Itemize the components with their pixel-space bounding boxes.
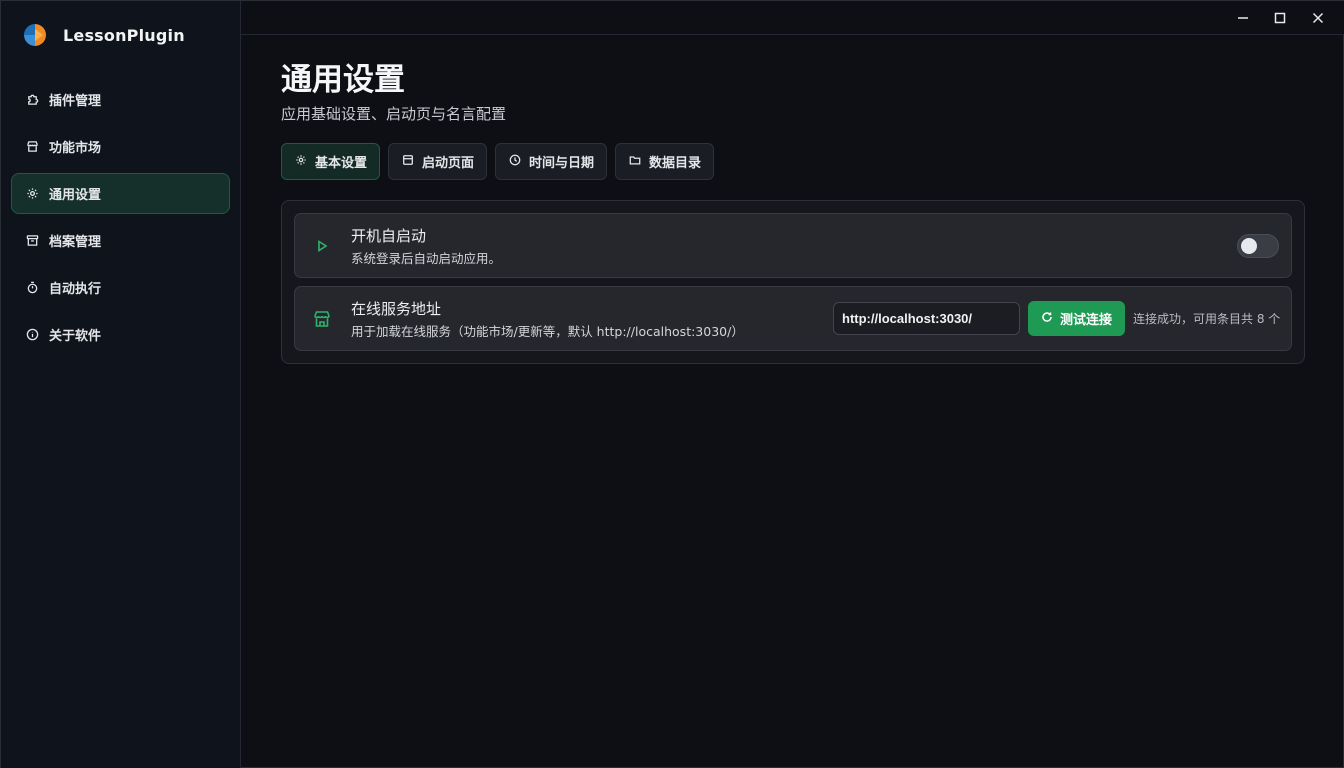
- brand: LessonPlugin: [21, 21, 185, 49]
- connection-status: 连接成功，可用条目共 8 个: [1133, 312, 1281, 326]
- timer-icon: [25, 281, 39, 295]
- sidebar-item-label: 插件管理: [49, 94, 102, 109]
- sidebar-item-label: 功能市场: [49, 141, 102, 156]
- toggle-knob: [1241, 238, 1257, 254]
- sidebar-item-general-settings[interactable]: 通用设置: [11, 173, 230, 214]
- settings-tabs: 基本设置 启动页面 时间与日期 数据目录: [281, 143, 715, 180]
- maximize-button[interactable]: [1261, 1, 1299, 35]
- folder-icon: [629, 154, 641, 170]
- sidebar-item-market[interactable]: 功能市场: [11, 126, 230, 167]
- tab-data-directory[interactable]: 数据目录: [615, 143, 715, 180]
- test-connection-label: 测试连接: [1059, 312, 1112, 327]
- page-title: 通用设置: [281, 62, 405, 98]
- window-icon: [402, 154, 414, 170]
- sidebar-item-label: 自动执行: [49, 282, 102, 297]
- tab-time-date[interactable]: 时间与日期: [495, 143, 608, 180]
- autostart-toggle[interactable]: [1237, 234, 1279, 258]
- archive-icon: [25, 234, 39, 248]
- title-bar: [241, 1, 1344, 35]
- maximize-icon: [1274, 9, 1286, 28]
- setting-row-autostart: 开机自启动 系统登录后自动启动应用。: [294, 213, 1292, 278]
- sidebar: LessonPlugin 插件管理 功能市场 通用设置 档案管理 自动执行 关于…: [1, 1, 241, 768]
- info-icon: [25, 328, 39, 342]
- app-logo-icon: [21, 21, 49, 49]
- sidebar-item-automation[interactable]: 自动执行: [11, 267, 230, 308]
- test-connection-button[interactable]: 测试连接: [1028, 301, 1125, 336]
- app-name: LessonPlugin: [63, 25, 185, 45]
- gear-icon: [295, 154, 307, 170]
- play-icon: [311, 235, 333, 257]
- sidebar-item-plugins[interactable]: 插件管理: [11, 79, 230, 120]
- tab-startup-page[interactable]: 启动页面: [388, 143, 488, 180]
- tab-label: 启动页面: [422, 156, 475, 171]
- sidebar-item-label: 通用设置: [49, 188, 102, 203]
- settings-panel: 开机自启动 系统登录后自动启动应用。 在线服务地址 用于加载在线服务（功能市场/…: [281, 200, 1305, 364]
- sidebar-item-archives[interactable]: 档案管理: [11, 220, 230, 261]
- store-icon: [25, 140, 39, 154]
- close-button[interactable]: [1299, 1, 1337, 35]
- app-window: LessonPlugin 插件管理 功能市场 通用设置 档案管理 自动执行 关于…: [0, 0, 1344, 768]
- sidebar-item-label: 关于软件: [49, 329, 102, 344]
- sidebar-nav: 插件管理 功能市场 通用设置 档案管理 自动执行 关于软件: [11, 79, 230, 361]
- setting-description: 用于加载在线服务（功能市场/更新等，默认 http://localhost:30…: [351, 324, 744, 339]
- setting-row-service-url: 在线服务地址 用于加载在线服务（功能市场/更新等，默认 http://local…: [294, 286, 1292, 351]
- sidebar-item-label: 档案管理: [49, 235, 102, 250]
- gear-icon: [25, 187, 39, 201]
- refresh-icon: [1041, 311, 1053, 326]
- main-content: 通用设置 应用基础设置、启动页与名言配置 基本设置 启动页面 时间与日期 数据目…: [241, 36, 1344, 768]
- setting-description: 系统登录后自动启动应用。: [351, 251, 502, 266]
- tab-label: 时间与日期: [529, 156, 595, 171]
- tab-label: 数据目录: [649, 156, 702, 171]
- sidebar-item-about[interactable]: 关于软件: [11, 314, 230, 355]
- clock-icon: [509, 154, 521, 170]
- store-icon: [311, 308, 333, 330]
- setting-title: 在线服务地址: [351, 300, 442, 318]
- page-subtitle: 应用基础设置、启动页与名言配置: [281, 105, 507, 123]
- minimize-icon: [1237, 9, 1249, 28]
- close-icon: [1312, 9, 1324, 28]
- tab-label: 基本设置: [315, 156, 368, 171]
- service-url-input[interactable]: [833, 302, 1020, 335]
- minimize-button[interactable]: [1224, 1, 1262, 35]
- setting-title: 开机自启动: [351, 227, 427, 245]
- tab-basic-settings[interactable]: 基本设置: [281, 143, 381, 180]
- puzzle-icon: [25, 93, 39, 107]
